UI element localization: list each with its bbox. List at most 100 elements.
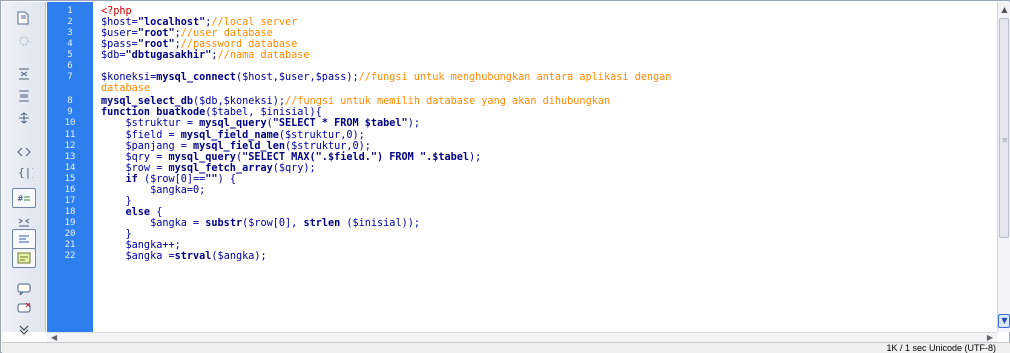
code-token: "SELECT * FROM $tabel": [272, 118, 408, 129]
code-token: $row =: [101, 163, 169, 174]
collapse-full-tag-icon[interactable]: [12, 64, 36, 84]
code-line[interactable]: function buatkode($tabel, $inisial){: [101, 107, 322, 118]
select-parent-tag-icon[interactable]: [12, 142, 36, 162]
line-number: 14: [64, 163, 76, 173]
code-token: ($struktur,0);: [285, 141, 371, 152]
grip-icon: ≡: [1002, 136, 1008, 144]
code-line[interactable]: $user="root";//user database: [101, 28, 273, 39]
line-number: 16: [64, 185, 76, 195]
more-icon[interactable]: [12, 320, 36, 340]
code-token: "root": [137, 28, 175, 39]
line-numbers-icon[interactable]: #: [12, 188, 36, 208]
code-line[interactable]: $pass="root";//password database: [101, 39, 297, 50]
code-token: $qry =: [101, 152, 169, 163]
code-line[interactable]: <?php: [101, 6, 132, 17]
code-token: $user=: [101, 28, 138, 39]
code-token: mysql_fetch_array: [168, 163, 273, 174]
code-token: }: [101, 196, 132, 207]
line-number: 20: [64, 229, 76, 239]
code-token: if: [101, 174, 144, 185]
line-number: 21: [64, 240, 76, 250]
open-documents-icon[interactable]: [12, 8, 36, 28]
code-token: $struktur =: [101, 118, 200, 129]
line-number: 7: [67, 72, 73, 82]
vertical-scrollbar[interactable]: ▲ ≡ ▼: [997, 2, 1010, 332]
code-token: ($angka);: [211, 251, 267, 262]
balance-braces-icon[interactable]: {|}: [12, 162, 36, 182]
apply-comment-icon[interactable]: [12, 279, 36, 299]
code-token: "SELECT MAX(".$field.") FROM ".$tabel: [242, 152, 470, 163]
code-token: mysql_query: [199, 118, 267, 129]
code-line[interactable]: $db="dbtugasakhir";//nama database: [101, 50, 310, 61]
line-number: 6: [67, 61, 73, 71]
code-line[interactable]: if ($row[0]=="") {: [101, 174, 236, 185]
code-line[interactable]: database: [101, 83, 150, 94]
scroll-up-icon[interactable]: ▲: [999, 3, 1010, 17]
code-token: //nama database: [217, 50, 310, 61]
code-token: substr: [205, 218, 243, 229]
code-line[interactable]: $panjang = mysql_field_len($struktur,0);: [101, 141, 371, 152]
code-token: ($tabel, $inisial){: [205, 107, 322, 118]
code-line[interactable]: }: [101, 196, 132, 207]
code-line[interactable]: $angka =strval($angka);: [101, 251, 267, 262]
code-token: mysql_select_db: [101, 96, 194, 107]
line-number: 18: [64, 207, 76, 217]
code-line[interactable]: $field = mysql_field_name($struktur,0);: [101, 130, 365, 141]
code-line[interactable]: else {: [101, 207, 163, 218]
code-line[interactable]: $host="localhost";//local server: [101, 17, 297, 28]
line-number: 11: [64, 130, 76, 140]
show-code-navigator-icon[interactable]: [12, 31, 36, 51]
code-token: "localhost": [137, 17, 206, 28]
code-token: function buatkode: [101, 107, 206, 118]
code-token: ($db,$koneksi);: [193, 96, 286, 107]
highlight-invalid-code-icon[interactable]: [12, 211, 36, 231]
code-token: ($row[0],: [242, 218, 304, 229]
code-token: mysql_query: [168, 152, 236, 163]
code-line[interactable]: $struktur = mysql_query("SELECT * FROM $…: [101, 118, 420, 129]
code-line[interactable]: $angka++;: [101, 240, 181, 251]
code-token: //user database: [180, 28, 273, 39]
code-line[interactable]: }: [101, 229, 132, 240]
svg-text:#: #: [17, 194, 24, 203]
line-number: 19: [64, 218, 76, 228]
line-number: 4: [67, 39, 73, 49]
code-line[interactable]: $koneksi=mysql_connect($host,$user,$pass…: [101, 72, 671, 83]
code-token: "": [205, 174, 218, 185]
code-token: $panjang =: [101, 141, 194, 152]
code-token: strlen: [303, 218, 347, 229]
horizontal-scrollbar[interactable]: ◀ ▶: [47, 332, 997, 342]
code-token: ($qry);: [272, 163, 316, 174]
file-size-encoding-status: 1K / 1 sec Unicode (UTF-8): [886, 343, 996, 353]
line-number: 2: [67, 17, 73, 27]
code-token: );: [469, 152, 482, 163]
code-token: $field =: [101, 130, 181, 141]
code-editor-window: {|} # 1234567891011121314151617181920212…: [0, 0, 1010, 353]
code-token: mysql_field_name: [180, 130, 279, 141]
remove-comment-icon[interactable]: [12, 299, 36, 319]
code-text-area[interactable]: <?php $host="localhost";//local server $us…: [93, 2, 997, 332]
code-token: ($struktur,0);: [278, 130, 365, 141]
coding-toolbar: {|} #: [2, 2, 46, 335]
scroll-down-button[interactable]: ▼: [998, 314, 1010, 328]
collapse-selection-icon[interactable]: [12, 86, 36, 106]
code-token: //password database: [180, 39, 298, 50]
code-line[interactable]: $row = mysql_fetch_array($qry);: [101, 163, 316, 174]
code-token: $host=: [101, 17, 138, 28]
code-token: $angka =: [101, 218, 206, 229]
expand-all-icon[interactable]: [12, 108, 36, 128]
code-token: ($row[0]==: [143, 174, 206, 185]
code-line[interactable]: $angka = substr($row[0], strlen ($inisia…: [101, 218, 420, 229]
syntax-coloring-icon[interactable]: [12, 229, 36, 249]
code-token: $angka =: [101, 251, 175, 262]
line-number: 13: [64, 152, 76, 162]
code-line[interactable]: mysql_select_db($db,$koneksi);//fungsi u…: [101, 96, 610, 107]
code-token: $angka=0;: [101, 185, 206, 196]
line-number-gutter: 1 2 3 4 5 6 7 8 9 10 11 12 13 14 15 16 17 18 19 20 21 22: [47, 2, 93, 332]
word-wrap-icon[interactable]: [12, 248, 36, 268]
line-number: 9: [67, 107, 73, 117]
code-line[interactable]: $angka=0;: [101, 185, 205, 196]
code-token: "dbtugasakhir": [125, 50, 212, 61]
vertical-scroll-thumb[interactable]: ≡: [999, 18, 1009, 238]
code-token: strval: [174, 251, 212, 262]
code-line[interactable]: $qry = mysql_query("SELECT MAX(".$field.…: [101, 152, 482, 163]
